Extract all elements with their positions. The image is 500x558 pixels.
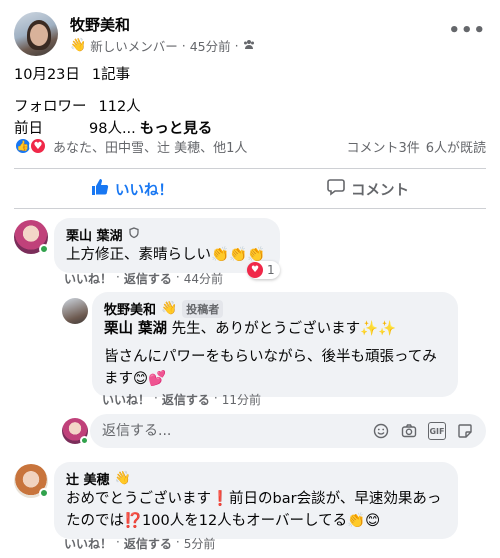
post-time[interactable]: 45分前 [190, 36, 231, 55]
reply-input[interactable] [102, 423, 372, 439]
comment-button[interactable]: コメント [250, 170, 486, 208]
comment-label: コメント [351, 182, 409, 199]
post-date: 10月23日 [14, 67, 80, 83]
camera-icon[interactable] [400, 422, 418, 440]
wave-icon: 👋 [70, 38, 87, 53]
seen-count[interactable]: 6人が既読 [426, 137, 486, 156]
member-label: 新しいメンバー [90, 39, 178, 54]
reaction-count: 1 [267, 263, 275, 277]
post-body: 10月23日 1記事 フォロワー 112人 前日 98人... もっと見る [14, 64, 486, 140]
comment-like-link[interactable]: いいね！ [64, 535, 112, 552]
comment-reply-link[interactable]: 返信する [124, 270, 172, 287]
wave-icon: 👋 [161, 301, 178, 316]
comment-bubble: 栗山 葉湖 上方修正、素晴らしい👏👏👏 [54, 218, 280, 273]
commenter-name[interactable]: 牧野美和 [104, 299, 156, 318]
wave-icon: 👋 [114, 471, 131, 486]
thumbs-up-icon [91, 178, 109, 200]
sticker-icon[interactable] [456, 422, 474, 440]
commenter-name[interactable]: 辻 美穂 [66, 469, 110, 488]
comment-meta: いいね！ · 返信する · 11分前 [102, 391, 261, 408]
commenter-name[interactable]: 栗山 葉湖 [66, 225, 123, 244]
comment-bubble: 辻 美穂 👋 おめでとうございます❗前日のbar会談が、早速効果あったのでは⁉️… [54, 462, 458, 539]
love-reaction-icon: ♥ [29, 137, 47, 155]
reply-input-box: GIF [90, 414, 486, 448]
online-indicator [39, 244, 49, 254]
post-count: 1記事 [91, 67, 131, 83]
emoji-icon[interactable] [372, 422, 390, 440]
author-avatar[interactable] [14, 12, 58, 56]
comment-icon [327, 178, 345, 200]
comment-reactions[interactable]: ♥ 1 [247, 261, 280, 279]
comment-count[interactable]: コメント3件 [346, 137, 419, 156]
followers-value: 112人 [98, 99, 141, 115]
shield-icon [128, 226, 140, 243]
comment-reply-link[interactable]: 返信する [124, 535, 172, 552]
comment-reply-link[interactable]: 返信する [162, 391, 210, 408]
comment-text: 上方修正、素晴らしい👏👏👏 [66, 247, 266, 263]
commenter-avatar[interactable] [62, 298, 88, 324]
gif-icon[interactable]: GIF [428, 422, 446, 440]
comment-like-link[interactable]: いいね！ [64, 270, 112, 287]
post-meta: 👋 新しいメンバー · 45分前 · [70, 36, 255, 55]
audience-icon [243, 38, 255, 53]
comment-bubble: 牧野美和 👋 投稿者 栗山 葉湖 先生、ありがとうございます✨✨ 皆さんにパワー… [92, 292, 458, 397]
comment-like-link[interactable]: いいね！ [102, 391, 150, 408]
comment-time[interactable]: 44分前 [184, 270, 223, 287]
comment-meta: いいね！ · 返信する · 5分前 [64, 535, 216, 552]
author-badge: 投稿者 [182, 299, 224, 318]
online-indicator [80, 436, 89, 445]
comment-text-2: 皆さんにパワーをもらいながら、後半も頑張ってみます😊💕 [104, 349, 437, 387]
reaction-names[interactable]: あなた、田中雪、辻 美穂、他1人 [53, 137, 346, 156]
mention-link[interactable]: 栗山 葉湖 [104, 321, 167, 337]
post-header: 牧野美和 👋 新しいメンバー · 45分前 · ••• [14, 12, 486, 58]
online-indicator [39, 488, 49, 498]
love-reaction-icon: ♥ [247, 262, 263, 278]
comment-time[interactable]: 11分前 [222, 391, 261, 408]
more-options-icon[interactable]: ••• [448, 20, 486, 41]
comment-time[interactable]: 5分前 [184, 535, 216, 552]
reactions-bar: 👍 ♥ あなた、田中雪、辻 美穂、他1人 コメント3件 6人が既読 [14, 134, 486, 158]
author-name[interactable]: 牧野美和 [70, 14, 130, 35]
post-actions: いいね！ コメント [14, 170, 486, 208]
divider [14, 168, 486, 169]
like-label: いいね！ [115, 182, 173, 199]
comment-meta: いいね！ · 返信する · 44分前 [64, 270, 223, 287]
comment-text: おめでとうございます❗前日のbar会談が、早速効果あったのでは⁉️100人を12… [66, 491, 442, 529]
comment-text: 先生、ありがとうございます✨✨ [167, 321, 397, 337]
like-button[interactable]: いいね！ [14, 170, 250, 208]
divider [14, 208, 486, 209]
reaction-icons[interactable]: 👍 ♥ [14, 137, 47, 155]
followers-label: フォロワー [14, 99, 87, 115]
